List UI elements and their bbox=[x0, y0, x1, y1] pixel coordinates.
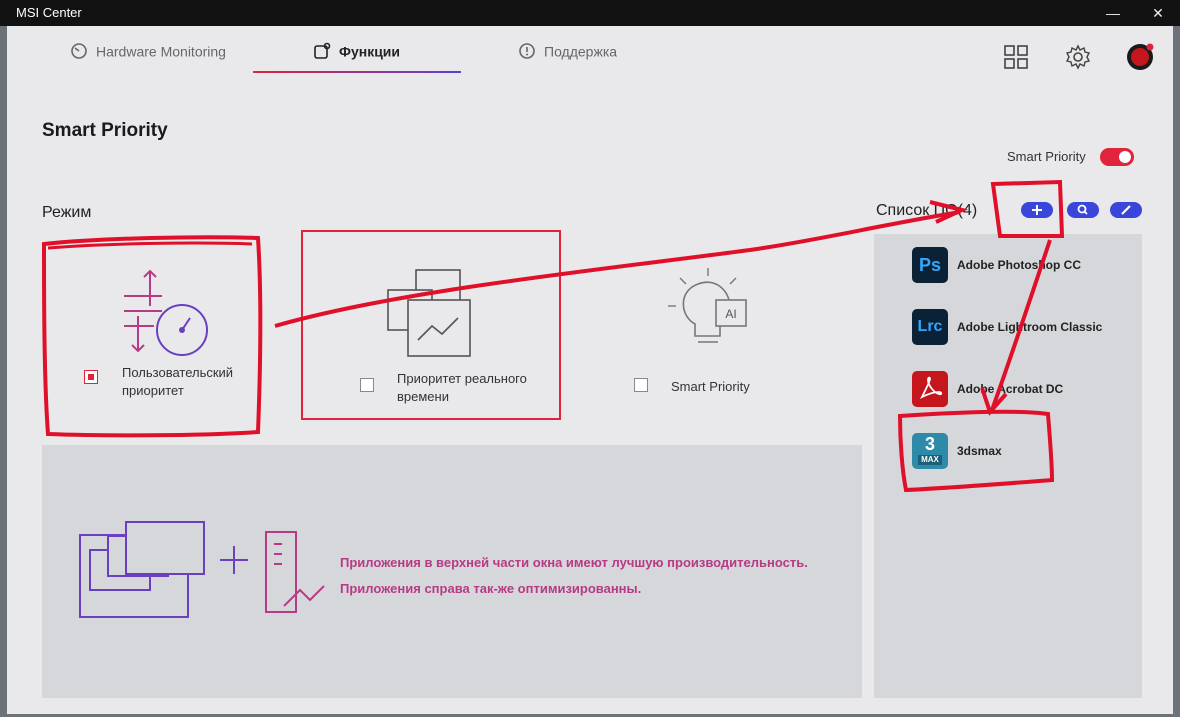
smart-priority-toggle[interactable] bbox=[1100, 148, 1134, 166]
plus-icon bbox=[1032, 205, 1042, 215]
tab-support[interactable]: Поддержка bbox=[518, 42, 617, 62]
mode-label: Smart Priority bbox=[671, 379, 750, 394]
mode-custom-priority[interactable]: Пользовательский приоритет bbox=[42, 230, 302, 420]
mode-label: Приоритет реального времени bbox=[397, 371, 527, 404]
pencil-icon bbox=[1121, 205, 1131, 215]
mode-section-label: Режим bbox=[42, 204, 92, 221]
list-item[interactable]: Lrc Adobe Lightroom Classic bbox=[912, 309, 1142, 347]
search-icon bbox=[1077, 204, 1088, 215]
title-bar: MSI Center — ✕ bbox=[0, 0, 1180, 26]
mode-checkbox[interactable] bbox=[360, 378, 374, 392]
add-app-button[interactable] bbox=[1021, 202, 1053, 218]
info-text-line-1: Приложения в верхней части окна имеют лу… bbox=[340, 555, 808, 570]
realtime-priority-icon bbox=[387, 269, 471, 357]
mode-realtime-priority[interactable]: Приоритет реального времени bbox=[301, 230, 561, 420]
app-name: Adobe Photoshop CC bbox=[957, 258, 1081, 272]
app-list-title: Список ПО(4) bbox=[876, 202, 978, 219]
info-text-line-2: Приложения справа так-же оптимизированны… bbox=[340, 581, 642, 596]
gauge-icon bbox=[71, 43, 87, 60]
tab-label: Hardware Monitoring bbox=[96, 43, 226, 60]
tab-hardware-monitoring[interactable]: Hardware Monitoring bbox=[70, 42, 226, 62]
tab-label: Поддержка bbox=[544, 43, 618, 60]
avatar[interactable] bbox=[1126, 43, 1154, 71]
edit-app-list-button[interactable] bbox=[1110, 202, 1142, 218]
mode-smart-priority[interactable]: AI Smart Priority bbox=[580, 230, 840, 420]
photoshop-icon: Ps bbox=[912, 247, 948, 283]
acrobat-icon bbox=[912, 371, 948, 407]
close-button[interactable]: ✕ bbox=[1148, 3, 1168, 23]
svg-text:AI: AI bbox=[725, 307, 736, 321]
tab-functions[interactable]: Функции bbox=[313, 42, 400, 62]
support-icon bbox=[519, 43, 535, 60]
app-name: Adobe Acrobat DC bbox=[957, 382, 1064, 396]
smart-priority-toggle-label: Smart Priority bbox=[1007, 149, 1086, 164]
search-app-button[interactable] bbox=[1067, 202, 1099, 218]
app-list-panel: Ps Adobe Photoshop CC Lrc Adobe Lightroo… bbox=[874, 234, 1142, 698]
apps-priority-illustration bbox=[79, 521, 325, 618]
list-item[interactable]: 3 MAX 3dsmax bbox=[912, 433, 1142, 471]
features-icon bbox=[314, 42, 331, 60]
page-title: Smart Priority bbox=[42, 120, 168, 141]
mode-checkbox[interactable] bbox=[634, 378, 648, 392]
info-panel: Приложения в верхней части окна имеют лу… bbox=[42, 445, 862, 698]
list-item[interactable]: Ps Adobe Photoshop CC bbox=[912, 247, 1142, 285]
grid-icon[interactable] bbox=[1002, 43, 1030, 71]
3dsmax-icon: 3 MAX bbox=[912, 433, 948, 469]
mode-checkbox[interactable] bbox=[84, 370, 98, 384]
tab-bar: Hardware Monitoring Функции Поддержка bbox=[7, 26, 1173, 76]
app-name: 3dsmax bbox=[957, 444, 1002, 458]
active-tab-indicator bbox=[253, 71, 461, 73]
mode-label: Пользовательский приоритет bbox=[122, 365, 234, 398]
main-window: Hardware Monitoring Функции Поддержка Sm… bbox=[7, 26, 1173, 714]
lightroom-icon: Lrc bbox=[912, 309, 948, 345]
custom-priority-icon bbox=[124, 269, 208, 356]
app-name: Adobe Lightroom Classic bbox=[957, 320, 1103, 334]
gear-icon[interactable] bbox=[1064, 43, 1092, 71]
list-item[interactable]: Adobe Acrobat DC bbox=[912, 371, 1142, 409]
tab-label: Функции bbox=[339, 43, 401, 60]
minimize-button[interactable]: — bbox=[1103, 3, 1123, 23]
app-title: MSI Center bbox=[16, 5, 82, 20]
ai-bulb-icon: AI bbox=[668, 268, 747, 343]
